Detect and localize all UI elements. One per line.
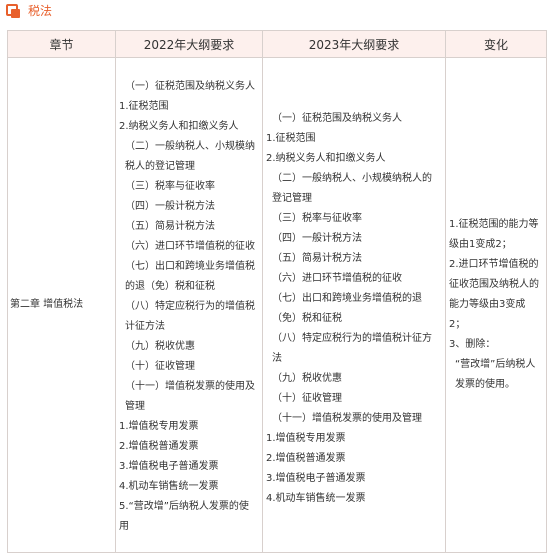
req-2022-item: （二）一般纳税人、小规模纳税人的登记管理 xyxy=(125,140,255,172)
orange-square-icon xyxy=(6,4,20,18)
req-2023-item: （二）一般纳税人、小规模纳税人的登记管理 xyxy=(272,173,432,204)
req-2023-item: （八）特定应税行为的增值税计征方法 xyxy=(272,333,432,364)
table-header-row: 章节 2022年大纲要求 2023年大纲要求 变化 xyxy=(7,30,547,58)
column-header-2022: 2022年大纲要求 xyxy=(115,30,263,58)
req-2022-item: （一）征税范围及纳税义务人 xyxy=(125,80,255,92)
req-2022-item: （四）一般计税方法 xyxy=(125,200,215,212)
req-2022-item: （六）进口环节增值税的征收 xyxy=(125,240,255,252)
req-2023-item: （十一）增值税发票的使用及管理 xyxy=(272,413,422,424)
req-2022-item: 2.增值税普通发票 xyxy=(119,440,199,452)
change-item: “营改增”后纳税人发票的使用。 xyxy=(455,359,536,390)
chapter-cell: 第二章 增值税法 xyxy=(7,57,116,553)
req-2022-item: （十一）增值税发票的使用及管理 xyxy=(125,380,255,412)
req-2022-item: （七）出口和跨境业务增值税的退（免）税和征税 xyxy=(125,260,255,292)
section-header: 税法 xyxy=(0,0,554,30)
req-2022-item: 5.“营改增”后纳税人发票的使用 xyxy=(119,500,249,532)
req-2023-item: （十）征收管理 xyxy=(272,393,342,404)
req-2022-item: 1.征税范围 xyxy=(119,100,169,112)
req-2023-item: 4.机动车销售统一发票 xyxy=(266,493,366,504)
req-2022-item: 3.增值税电子普通发票 xyxy=(119,460,219,472)
change-item: 3、删除： xyxy=(449,339,496,350)
req-2022-item: （五）简易计税方法 xyxy=(125,220,215,232)
table-row: 第二章 增值税法 （一）征税范围及纳税义务人 1.征税范围 2.纳税义务人和扣缴… xyxy=(7,57,547,553)
req-2022-item: （三）税率与征收率 xyxy=(125,180,215,192)
change-item: 1.征税范围的能力等级由1变成2； xyxy=(449,219,539,250)
req-2023-item: 3.增值税电子普通发票 xyxy=(266,473,366,484)
syllabus-comparison-table: 章节 2022年大纲要求 2023年大纲要求 变化 第二章 增值税法 （一）征税… xyxy=(7,30,547,553)
column-header-2023: 2023年大纲要求 xyxy=(262,30,446,58)
column-header-change: 变化 xyxy=(445,30,547,58)
req-2023-item: 1.征税范围 xyxy=(266,133,316,144)
req-2023-item: （四）一般计税方法 xyxy=(272,233,362,244)
req-2023-item: （七）出口和跨境业务增值税的退（免）税和征税 xyxy=(272,293,422,324)
req-2022-item: （十）征收管理 xyxy=(125,360,195,372)
req-2023-item: （一）征税范围及纳税义务人 xyxy=(272,113,402,124)
requirements-2022-cell: （一）征税范围及纳税义务人 1.征税范围 2.纳税义务人和扣缴义务人 （二）一般… xyxy=(115,57,263,553)
req-2022-item: 4.机动车销售统一发票 xyxy=(119,480,219,492)
req-2023-item: （九）税收优惠 xyxy=(272,373,342,384)
req-2023-item: 2.纳税义务人和扣缴义务人 xyxy=(266,153,386,164)
req-2023-item: （六）进口环节增值税的征收 xyxy=(272,273,402,284)
requirements-2023-cell: （一）征税范围及纳税义务人 1.征税范围 2.纳税义务人和扣缴义务人 （二）一般… xyxy=(262,57,446,553)
req-2022-item: （八）特定应税行为的增值税计征方法 xyxy=(125,300,255,332)
req-2022-item: （九）税收优惠 xyxy=(125,340,195,352)
section-title: 税法 xyxy=(28,4,53,18)
changes-cell: 1.征税范围的能力等级由1变成2； 2.进口环节增值税的征收范围及纳税人的能力等… xyxy=(445,57,547,553)
change-item: 2.进口环节增值税的征收范围及纳税人的能力等级由3变成2； xyxy=(449,259,539,330)
req-2023-item: （三）税率与征收率 xyxy=(272,213,362,224)
column-header-chapter: 章节 xyxy=(7,30,116,58)
req-2022-item: 1.增值税专用发票 xyxy=(119,420,199,432)
req-2023-item: （五）简易计税方法 xyxy=(272,253,362,264)
req-2023-item: 2.增值税普通发票 xyxy=(266,453,346,464)
req-2022-item: 2.纳税义务人和扣缴义务人 xyxy=(119,120,239,132)
req-2023-item: 1.增值税专用发票 xyxy=(266,433,346,444)
